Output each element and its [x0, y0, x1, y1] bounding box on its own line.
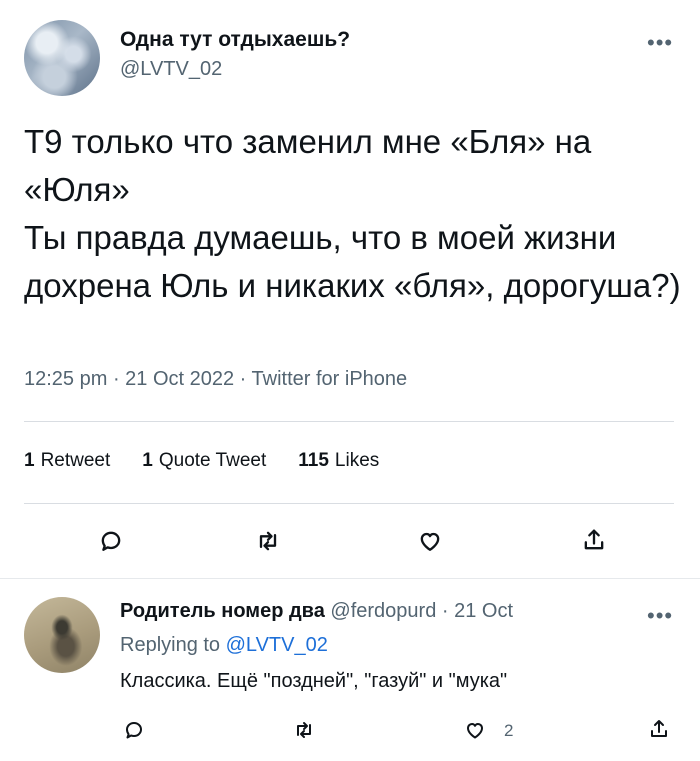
share-icon[interactable]	[580, 526, 608, 554]
reply-icon[interactable]	[97, 527, 125, 555]
retweets-stat[interactable]: 1 Retweet	[24, 450, 110, 472]
tweet-text: Т9 только что заменил мне «Бля» на «Юля»…	[24, 123, 681, 304]
quotes-count: 1	[142, 450, 153, 471]
reply-like-count: 2	[504, 721, 514, 740]
retweets-label: Retweet	[40, 450, 111, 471]
reply-text: Классика. Ещё "поздней", "газуй" и "мука…	[120, 670, 508, 692]
reply-like-icon[interactable]	[463, 718, 487, 742]
reply-header: Родитель номер два @ferdopurd · 21 Oct	[120, 600, 513, 623]
reply-author-name[interactable]: Родитель номер два	[120, 600, 325, 622]
quotes-label: Quote Tweet	[158, 450, 267, 471]
likes-count: 115	[298, 450, 329, 471]
likes-label: Likes	[334, 450, 380, 471]
likes-stat[interactable]: 115 Likes	[298, 450, 379, 472]
retweet-icon[interactable]	[254, 527, 282, 555]
reply-author-handle[interactable]: @ferdopurd	[330, 600, 436, 622]
reply-retweet-icon[interactable]	[292, 718, 316, 742]
quotes-stat[interactable]: 1 Quote Tweet	[142, 450, 266, 472]
replying-prefix: Replying to	[120, 634, 221, 656]
author-avatar[interactable]	[24, 20, 100, 96]
reply-author-avatar[interactable]	[24, 597, 100, 673]
reply-reply-icon[interactable]	[122, 718, 146, 742]
author-name[interactable]: Одна тут отдыхаешь?	[120, 28, 350, 52]
divider	[24, 503, 674, 504]
engagement-stats: 1 Retweet 1 Quote Tweet 115 Likes	[24, 450, 379, 472]
retweets-count: 1	[24, 450, 35, 471]
replying-to: Replying to @LVTV_02	[120, 634, 328, 657]
tweet-timestamp[interactable]: 12:25 pm · 21 Oct 2022 · Twitter for iPh…	[24, 368, 407, 391]
reply-share-icon[interactable]	[647, 717, 671, 741]
section-divider	[0, 578, 700, 579]
like-icon[interactable]	[416, 527, 444, 555]
reply-more-options-button[interactable]: •••	[647, 603, 673, 629]
more-options-button[interactable]: •••	[647, 30, 673, 56]
author-handle[interactable]: @LVTV_02	[120, 58, 222, 81]
divider	[24, 421, 674, 422]
reply-date[interactable]: · 21 Oct	[442, 600, 513, 622]
replying-mention-link[interactable]: @LVTV_02	[226, 634, 328, 656]
